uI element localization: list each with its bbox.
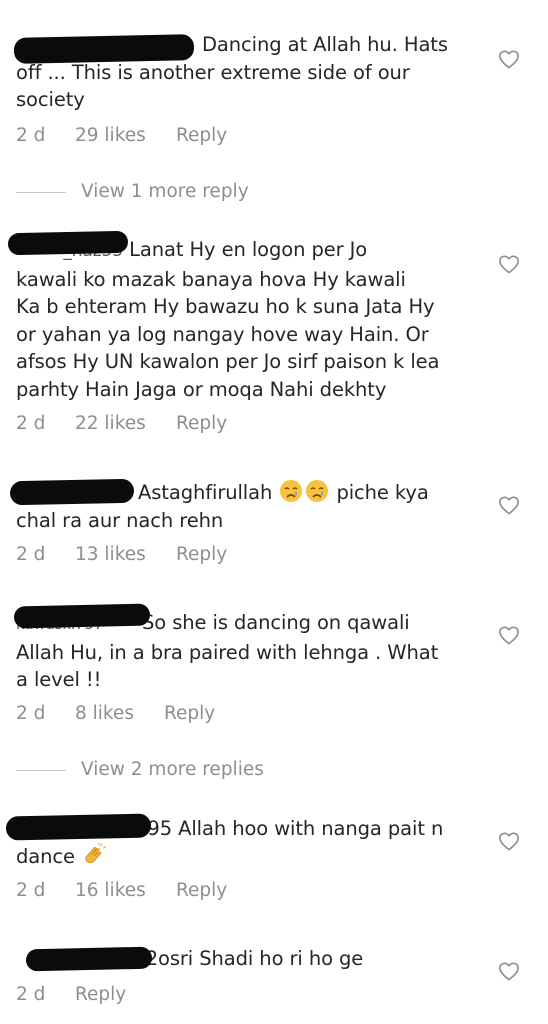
- comment-3-line-2: chal ra aur nach rehn: [16, 508, 224, 532]
- comment-4-line-2: Allah Hu, in a bra paired with lehnga . …: [16, 640, 439, 664]
- comment-2-line-5: afsos Hy UN kawalon per Jo sirf paison k…: [16, 350, 440, 373]
- comment-4-line-3: a level !!: [16, 668, 102, 691]
- reply-button[interactable]: Reply: [176, 411, 227, 437]
- likes-count[interactable]: 22 likes: [75, 411, 146, 437]
- like-heart-icon[interactable]: [498, 49, 520, 69]
- reply-button[interactable]: Reply: [176, 123, 227, 149]
- comment-2-line-2: kawali ko mazak banaya hova Hy kawali: [16, 267, 406, 291]
- comment-1-line-1: Dancing at Allah hu. Hats: [202, 33, 448, 56]
- likes-count[interactable]: 13 likes: [75, 542, 146, 568]
- comment-5-line-2: dance: [16, 844, 75, 868]
- comment-age: 2 d: [16, 125, 46, 146]
- view-replies-label[interactable]: View 2 more replies: [81, 757, 264, 783]
- comment-age: 2 d: [16, 984, 46, 1005]
- comment-2-line-1: Lanat Hy en logon per Jo: [129, 238, 368, 261]
- like-heart-icon[interactable]: [498, 495, 520, 515]
- comment-2-line-6: parhty Hain Jaga or moqa Nahi dekhty: [16, 377, 387, 401]
- reply-button[interactable]: Reply: [164, 701, 215, 727]
- comment-3-line-1: Astaghfirullah: [138, 481, 273, 504]
- redaction-bar: [25, 946, 153, 972]
- redaction-bar: [5, 813, 152, 841]
- comment-age: 2 d: [16, 703, 46, 724]
- redaction-bar: [13, 603, 151, 629]
- comment-2: _haz55 Lanat Hy en logon per Jo kawali k…: [16, 236, 486, 403]
- crying-face-emoji: [279, 479, 303, 503]
- reply-button[interactable]: Reply: [176, 878, 227, 904]
- divider-line: [16, 770, 66, 771]
- divider-line: [16, 192, 66, 193]
- comment-6-line-1: osri Shadi ho ri ho ge: [158, 947, 364, 970]
- comment-age: 2 d: [16, 880, 46, 901]
- comment-2-line-3: Ka b ehteram Hy bawazu ho k suna Jata Hy: [16, 295, 435, 318]
- comment-4-line-1: So she is dancing on qawali: [142, 611, 410, 634]
- comment-1-line-3: society: [16, 88, 85, 111]
- like-heart-icon[interactable]: [498, 961, 520, 981]
- comment-2-line-4: or yahan ya log nangay hove way Hain. Or: [16, 322, 429, 346]
- like-heart-icon[interactable]: [498, 625, 520, 645]
- comment-3-line-1b: piche kya: [336, 481, 429, 504]
- clapping-hands-emoji: [82, 842, 107, 867]
- redaction-bar: [9, 478, 135, 506]
- likes-count[interactable]: 16 likes: [75, 878, 146, 904]
- comment-5-line-1: Allah hoo with nanga pait n: [178, 817, 444, 840]
- crying-face-emoji: [305, 479, 329, 503]
- reply-button[interactable]: Reply: [75, 982, 126, 1008]
- like-heart-icon[interactable]: [498, 831, 520, 851]
- reply-button[interactable]: Reply: [176, 542, 227, 568]
- comment-age: 2 d: [16, 544, 46, 565]
- comment-2-text: _haz55 Lanat Hy en logon per Jo kawali k…: [16, 236, 486, 403]
- redaction-bar: [13, 34, 195, 64]
- likes-count[interactable]: 8 likes: [75, 701, 134, 727]
- comment-1-line-2: off ... This is another extreme side of …: [16, 60, 410, 84]
- likes-count[interactable]: 29 likes: [75, 123, 146, 149]
- redaction-bar: [7, 230, 129, 256]
- comment-age: 2 d: [16, 413, 46, 434]
- like-heart-icon[interactable]: [498, 254, 520, 274]
- view-replies-label[interactable]: View 1 more reply: [81, 179, 249, 205]
